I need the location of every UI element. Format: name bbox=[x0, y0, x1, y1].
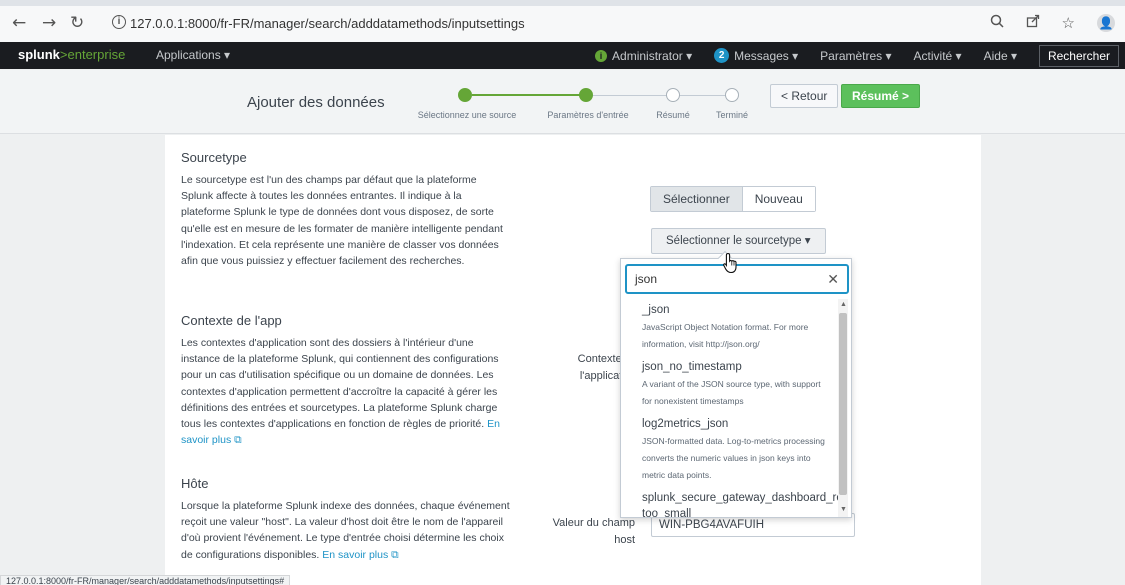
scroll-up-arrow-icon[interactable]: ▲ bbox=[840, 301, 847, 308]
browser-actions: ☆ 👤 bbox=[990, 14, 1115, 32]
browser-toolbar: ← → ↻ i 127.0.0.1:8000/fr-FR/manager/sea… bbox=[0, 0, 1125, 44]
step-label: Résumé bbox=[656, 110, 690, 120]
sourcetype-heading: Sourcetype bbox=[181, 150, 247, 165]
step-connector bbox=[679, 95, 731, 96]
option-description: JSON-formatted data. Log-to-metrics proc… bbox=[642, 436, 825, 480]
back-arrow-icon[interactable]: ← bbox=[12, 14, 26, 32]
aide-menu[interactable]: Aide ▾ bbox=[984, 49, 1017, 63]
browser-tab-strip bbox=[0, 0, 1125, 6]
step-dot-input-settings bbox=[579, 88, 593, 102]
address-bar[interactable]: i 127.0.0.1:8000/fr-FR/manager/search/ad… bbox=[100, 11, 1100, 37]
messages-count-badge: 2 bbox=[714, 48, 730, 63]
applications-menu[interactable]: Applications ▾ bbox=[156, 48, 230, 62]
splunk-logo[interactable]: splunk>enterprise bbox=[18, 47, 125, 62]
messages-menu[interactable]: 2 Messages ▾ bbox=[714, 48, 798, 63]
zoom-icon[interactable] bbox=[990, 14, 1004, 32]
step-dot-source bbox=[458, 88, 472, 102]
app-context-text: Les contextes d'application sont des dos… bbox=[181, 337, 499, 431]
option-name: splunk_secure_gateway_dashboard_request_… bbox=[642, 492, 839, 517]
sourcetype-description: Le sourcetype est l'un des champs par dé… bbox=[181, 174, 503, 268]
browser-status-bar: 127.0.0.1:8000/fr-FR/manager/search/addd… bbox=[0, 575, 291, 585]
logo-primary: splunk bbox=[18, 47, 60, 62]
info-icon[interactable]: i bbox=[112, 15, 126, 29]
sourcetype-popup: json ✕ _json JavaScript Object Notation … bbox=[620, 250, 852, 518]
hand-cursor-icon bbox=[723, 252, 737, 274]
forward-arrow-icon[interactable]: → bbox=[42, 14, 56, 32]
sourcetype-options-list: _json JavaScript Object Notation format.… bbox=[621, 299, 839, 517]
list-item[interactable]: splunk_secure_gateway_dashboard_request_… bbox=[642, 490, 839, 517]
scrollbar-thumb[interactable] bbox=[839, 313, 847, 495]
host-learn-more-link[interactable]: En savoir plus ⧉ bbox=[322, 549, 398, 561]
page-title: Ajouter des données bbox=[247, 94, 385, 111]
activite-menu[interactable]: Activité ▾ bbox=[914, 49, 962, 63]
back-button[interactable]: < Retour bbox=[770, 84, 839, 108]
option-description: JavaScript Object Notation format. For m… bbox=[642, 322, 809, 349]
host-field-label: Valeur du champ host bbox=[552, 517, 635, 546]
administrator-menu[interactable]: i Administrator ▾ bbox=[595, 49, 692, 63]
select-button[interactable]: Sélectionner bbox=[651, 187, 743, 211]
new-button[interactable]: Nouveau bbox=[742, 187, 815, 211]
profile-avatar-icon[interactable]: 👤 bbox=[1097, 14, 1115, 32]
app-context-heading: Contexte de l'app bbox=[181, 313, 282, 328]
messages-label: Messages ▾ bbox=[734, 48, 799, 63]
logo-secondary: >enterprise bbox=[59, 47, 126, 62]
parametres-menu[interactable]: Paramètres ▾ bbox=[820, 49, 891, 63]
list-item[interactable]: log2metrics_json JSON-formatted data. Lo… bbox=[642, 417, 832, 484]
step-connector bbox=[593, 95, 671, 96]
option-name: _json bbox=[642, 304, 670, 316]
wizard-bar: Ajouter des données Sélectionnez une sou… bbox=[0, 70, 1125, 134]
step-label: Terminé bbox=[715, 110, 749, 120]
option-description: A variant of the JSON source type, with … bbox=[642, 379, 821, 406]
step-label: Sélectionnez une source bbox=[417, 110, 517, 120]
list-item[interactable]: json_no_timestamp A variant of the JSON … bbox=[642, 360, 832, 410]
list-item[interactable]: _json JavaScript Object Notation format.… bbox=[642, 303, 832, 353]
rechercher-button[interactable]: Rechercher bbox=[1038, 44, 1119, 67]
status-icon: i bbox=[595, 49, 608, 62]
reload-icon[interactable]: ↻ bbox=[70, 14, 84, 32]
popup-scrollbar[interactable]: ▲ ▼ bbox=[838, 299, 848, 517]
host-heading: Hôte bbox=[181, 476, 209, 491]
splunk-top-nav: splunk>enterprise Applications ▾ i Admin… bbox=[0, 42, 1125, 69]
option-name: json_no_timestamp bbox=[642, 361, 742, 373]
option-name: log2metrics_json bbox=[642, 418, 729, 430]
administrator-label: Administrator ▾ bbox=[612, 48, 693, 63]
scroll-down-arrow-icon[interactable]: ▼ bbox=[840, 506, 847, 513]
share-icon[interactable] bbox=[1026, 14, 1040, 32]
host-description: Lorsque la plateforme Splunk indexe des … bbox=[181, 498, 511, 563]
step-label: Paramètres d'entrée bbox=[547, 110, 629, 120]
clear-icon[interactable]: ✕ bbox=[827, 271, 839, 288]
bookmark-star-icon[interactable]: ☆ bbox=[1062, 14, 1075, 32]
app-context-description: Les contextes d'application sont des dos… bbox=[181, 335, 511, 448]
sourcetype-mode-toggle: Sélectionner Nouveau bbox=[650, 186, 816, 212]
sourcetype-dropdown[interactable]: Sélectionner le sourcetype ▾ bbox=[651, 228, 826, 254]
url-text[interactable]: 127.0.0.1:8000/fr-FR/manager/search/addd… bbox=[130, 16, 525, 31]
search-input-value[interactable]: json bbox=[635, 272, 657, 286]
next-summary-button[interactable]: Résumé > bbox=[841, 84, 921, 108]
input-settings-panel: Sourcetype Le sourcetype est l'un des ch… bbox=[165, 135, 981, 585]
step-dot-done bbox=[725, 88, 739, 102]
step-dot-summary bbox=[666, 88, 680, 102]
step-connector bbox=[472, 94, 586, 96]
